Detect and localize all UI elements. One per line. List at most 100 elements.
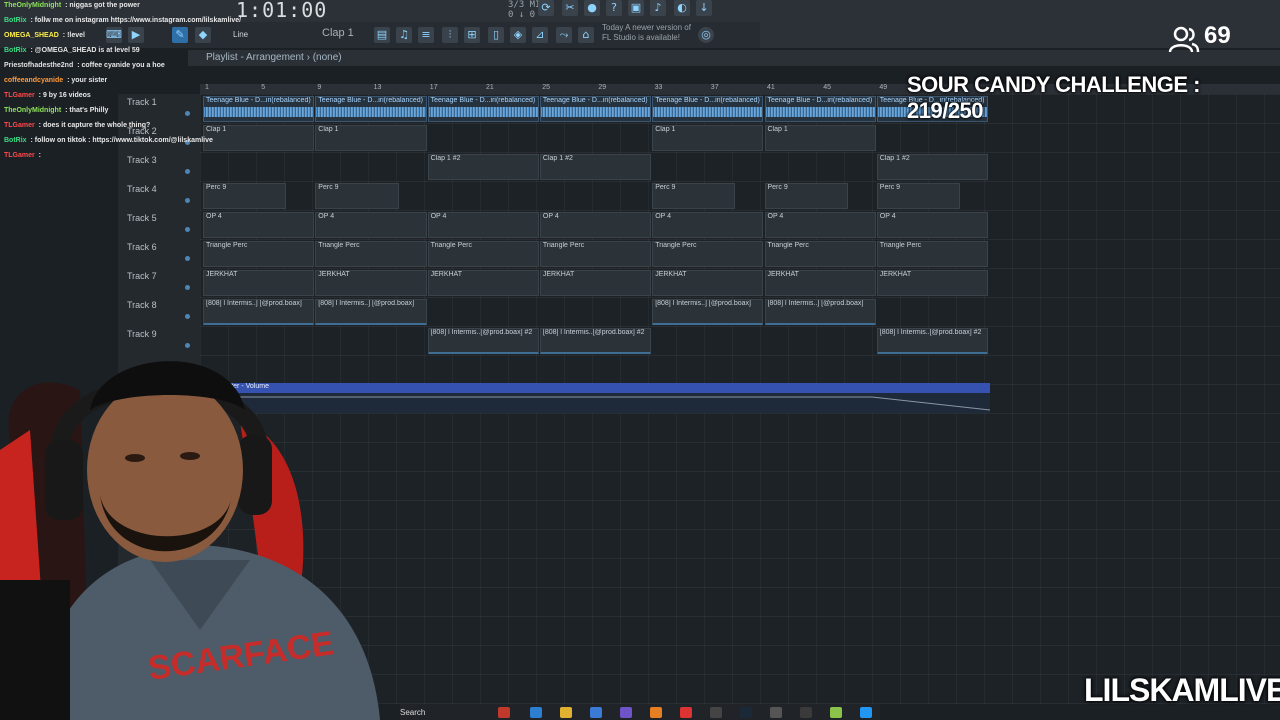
store-icon[interactable] [590, 707, 602, 718]
track-mute-led[interactable] [185, 314, 190, 319]
audio-clip[interactable]: Teenage Blue - D...iri(rebalanced) [427, 96, 539, 122]
pattern-clip[interactable]: Perc 9 [203, 183, 287, 209]
chat-text: coffee cyanide you a hoe [81, 62, 165, 69]
track-label[interactable]: Track 7 [127, 271, 157, 281]
folder-icon[interactable] [560, 707, 572, 718]
render-icon[interactable]: ⤳ [556, 27, 572, 43]
audio-clip[interactable]: Teenage Blue - D...iri(rebalanced) [203, 96, 315, 122]
edge-icon[interactable] [530, 707, 542, 718]
chat-message: TLGamer : 9 by 16 videos [4, 92, 91, 99]
chat-text: @OMEGA_SHEAD is at level 59 [34, 47, 140, 54]
pattern-clip[interactable]: Triangle Perc [203, 241, 315, 267]
obs-icon[interactable] [710, 707, 722, 718]
file-icon[interactable]: ▯ [488, 27, 504, 43]
pattern-clip[interactable]: Clap 1 #2 [876, 154, 989, 180]
discord-icon[interactable] [620, 707, 632, 718]
track-mute-led[interactable] [185, 198, 190, 203]
pattern-clip[interactable]: Triangle Perc [315, 241, 427, 267]
pattern-clip[interactable]: Clap 1 [315, 125, 427, 151]
pattern-clip[interactable]: Triangle Perc [652, 241, 764, 267]
app5-icon[interactable] [860, 707, 872, 718]
pattern-clip[interactable]: OP 4 [427, 212, 539, 238]
track-label[interactable]: Track 5 [127, 213, 157, 223]
pattern-clip[interactable]: JERKHAT [203, 270, 315, 296]
app-icon[interactable] [498, 707, 510, 718]
audio-clip[interactable]: Teenage Blue - D...iri(rebalanced) [652, 96, 764, 122]
pattern-clip[interactable]: JERKHAT [315, 270, 427, 296]
pattern-selector[interactable]: Clap 1 [322, 27, 354, 39]
pattern-clip[interactable]: [808] l Intermis..] [@prod.boax] [315, 299, 427, 325]
pattern-clip[interactable]: Clap 1 [203, 125, 315, 151]
steam-icon[interactable] [740, 707, 752, 718]
download-icon[interactable]: ↓ [696, 0, 712, 16]
pattern-clip[interactable]: Perc 9 [652, 183, 736, 209]
chat-text: follow on tiktok : https://www.tiktok.co… [34, 137, 213, 144]
audio-clip[interactable]: Teenage Blue - D...iri(rebalanced) [315, 96, 427, 122]
taskbar-search[interactable]: Search [400, 708, 425, 717]
globe-icon[interactable]: ◎ [698, 27, 714, 43]
pattern-clip[interactable]: OP 4 [764, 212, 876, 238]
fl-studio-icon[interactable] [650, 707, 662, 718]
pattern-clip[interactable]: Clap 1 [652, 125, 764, 151]
pattern-clip[interactable]: Triangle Perc [876, 241, 989, 267]
cloud-icon[interactable]: ⌂ [578, 27, 594, 43]
track-label[interactable]: Track 4 [127, 184, 157, 194]
pattern-clip[interactable]: OP 4 [315, 212, 427, 238]
plugin-db-icon[interactable]: ◈ [510, 27, 526, 43]
chat-icon[interactable]: ◐ [674, 0, 690, 16]
snap-mode[interactable]: Line [233, 30, 248, 39]
pattern-clip[interactable]: [808] l Intermis..] [@prod.boax] [764, 299, 876, 325]
pattern-clip[interactable]: Triangle Perc [764, 241, 876, 267]
channel-rack-icon[interactable]: ≡ [418, 27, 434, 43]
piano-roll-icon[interactable]: ♫ [396, 27, 412, 43]
plugin-icon[interactable]: ♪ [650, 0, 666, 16]
audio-clip[interactable]: Teenage Blue - D...iri(rebalanced) [764, 96, 876, 122]
mixer-icon[interactable]: ⫶ [442, 27, 458, 43]
update-notice[interactable]: Today A newer version of FL Studio is av… [602, 23, 702, 43]
pattern-clip[interactable]: [808] l Intermis..] [@prod.boax] [203, 299, 315, 325]
pattern-clip[interactable]: Triangle Perc [427, 241, 539, 267]
playlist-selection[interactable]: (none) [313, 52, 342, 63]
track-mute-led[interactable] [185, 256, 190, 261]
pattern-clip[interactable]: JERKHAT [427, 270, 539, 296]
track-label[interactable]: Track 8 [127, 300, 157, 310]
pattern-clip[interactable]: [808] l Intermis..[@prod.boax] #2 [876, 328, 989, 354]
pattern-clip[interactable]: Perc 9 [764, 183, 848, 209]
app3-icon[interactable] [800, 707, 812, 718]
app2-icon[interactable] [770, 707, 782, 718]
pattern-clip[interactable]: JERKHAT [539, 270, 652, 296]
loop-icon[interactable]: ⟳ [538, 0, 554, 16]
pattern-clip[interactable]: Clap 1 #2 [427, 154, 539, 180]
audio-clip[interactable]: Teenage Blue - D...iri(rebalanced) [539, 96, 652, 122]
pattern-clip[interactable]: OP 4 [876, 212, 989, 238]
pattern-clip[interactable]: [808] l Intermis..[@prod.boax] #2 [539, 328, 652, 354]
app4-icon[interactable] [830, 707, 842, 718]
pattern-clip[interactable]: Clap 1 [764, 125, 876, 151]
chat-message: TheOnlyMidnight : niggas got the power [4, 2, 140, 9]
pattern-clip[interactable]: Triangle Perc [539, 241, 652, 267]
pattern-clip[interactable]: [808] l Intermis..[@prod.boax] #2 [427, 328, 539, 354]
pattern-clip[interactable]: [808] l Intermis..] [@prod.boax] [652, 299, 764, 325]
pattern-clip[interactable]: OP 4 [203, 212, 315, 238]
track-label[interactable]: Track 6 [127, 242, 157, 252]
help-icon[interactable]: ? [606, 0, 622, 16]
track-mute-led[interactable] [185, 285, 190, 290]
pattern-clip[interactable]: JERKHAT [876, 270, 989, 296]
ruler-bar-number: 37 [710, 84, 719, 91]
pattern-clip[interactable]: OP 4 [652, 212, 764, 238]
pattern-clip[interactable]: JERKHAT [764, 270, 876, 296]
pattern-clip[interactable]: Perc 9 [315, 183, 399, 209]
clip-label: [808] l Intermis..[@prod.boax] #2 [542, 329, 645, 336]
brave-icon[interactable] [680, 707, 692, 718]
pattern-clip[interactable]: JERKHAT [652, 270, 764, 296]
browser-icon[interactable]: ⊞ [464, 27, 480, 43]
playlist-icon[interactable]: ▤ [374, 27, 390, 43]
pattern-clip[interactable]: Clap 1 #2 [539, 154, 652, 180]
tempo-icon[interactable]: ⊿ [532, 27, 548, 43]
pattern-clip[interactable]: OP 4 [539, 212, 652, 238]
save-icon[interactable]: ▣ [628, 0, 644, 16]
pattern-clip[interactable]: Perc 9 [876, 183, 961, 209]
track-mute-led[interactable] [185, 227, 190, 232]
cut-icon[interactable]: ✂ [562, 0, 578, 16]
mic-icon[interactable]: ● [584, 0, 600, 16]
